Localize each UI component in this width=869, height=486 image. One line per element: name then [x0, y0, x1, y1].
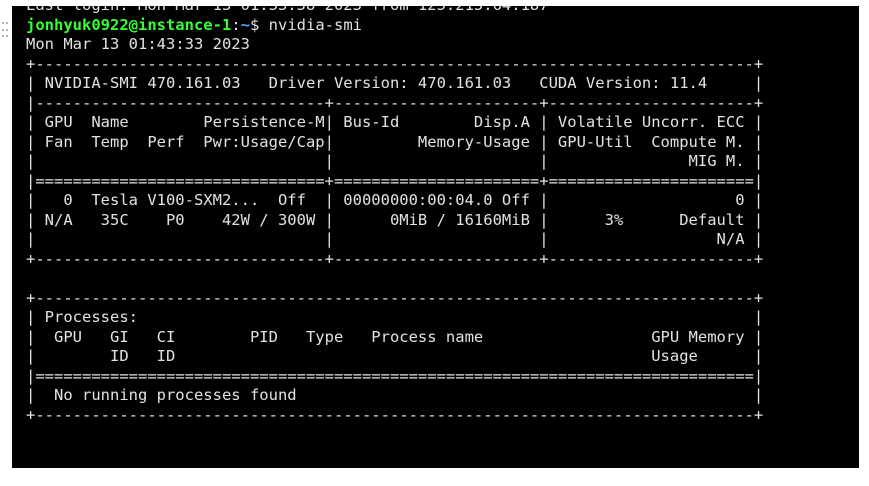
smi-table-line: | GPU Name Persistence-M| Bus-Id Disp.A … — [26, 113, 764, 131]
terminal-output: Last login: Mon Mar 13 01:33:58 2023 fro… — [12, 6, 859, 425]
prompt-colon: : — [231, 15, 241, 34]
smi-table-line: | N/A 35C P0 42W / 300W | 0MiB / 16160Mi… — [26, 210, 764, 229]
smi-table-line: | Fan Temp Perf Pwr:Usage/Cap| Memory-Us… — [26, 132, 764, 151]
terminal-window[interactable]: Last login: Mon Mar 13 01:33:58 2023 fro… — [12, 6, 859, 468]
smi-table-line: |=======================================… — [26, 366, 764, 385]
grip-dot — [6, 28, 8, 31]
smi-table-line: | Processes: | — [26, 308, 764, 326]
smi-table-line: +-------------------------------+-------… — [26, 249, 764, 268]
smi-table-line: +---------------------------------------… — [26, 405, 764, 424]
smi-table-line: +---------------------------------------… — [26, 54, 764, 73]
grip-dot — [2, 35, 4, 38]
smi-table-line: | 0 Tesla V100-SXM2... Off | 00000000:00… — [26, 191, 764, 209]
smi-table-line: | GPU GI CI PID Type Process name GPU Me… — [26, 327, 764, 346]
prompt-line: jonhyuk0922@instance-1:~$ nvidia-smi — [26, 16, 859, 36]
smi-table-line: | ID ID Usage | — [26, 347, 764, 365]
prompt-symbol: $ — [250, 15, 269, 34]
smi-table-line: | No running processes found | — [26, 386, 764, 404]
smi-table-line: |===============================+=======… — [26, 171, 764, 190]
smi-table-line: | | | N/A | — [26, 230, 764, 248]
grip-dot — [6, 35, 8, 38]
drag-handle-icon[interactable] — [2, 22, 8, 40]
grip-dot — [6, 22, 8, 24]
smi-table-line: | NVIDIA-SMI 470.161.03 Driver Version: … — [26, 74, 764, 92]
timestamp-line: Mon Mar 13 01:43:33 2023 — [26, 35, 250, 53]
command-text: nvidia-smi — [268, 15, 362, 34]
grip-dot — [2, 22, 4, 24]
smi-table-line: |-------------------------------+-------… — [26, 93, 764, 112]
grip-dot — [2, 28, 4, 31]
last-login-line: Last login: Mon Mar 13 01:33:58 2023 fro… — [26, 6, 859, 16]
smi-table-line: ​ — [26, 269, 859, 289]
smi-table-line: | | | MIG M. | — [26, 152, 764, 170]
smi-table-line: +---------------------------------------… — [26, 288, 764, 307]
prompt-path: ~ — [240, 15, 250, 34]
nvidia-smi-table: +---------------------------------------… — [26, 55, 859, 426]
prompt-user-host: jonhyuk0922@instance-1 — [26, 15, 232, 34]
